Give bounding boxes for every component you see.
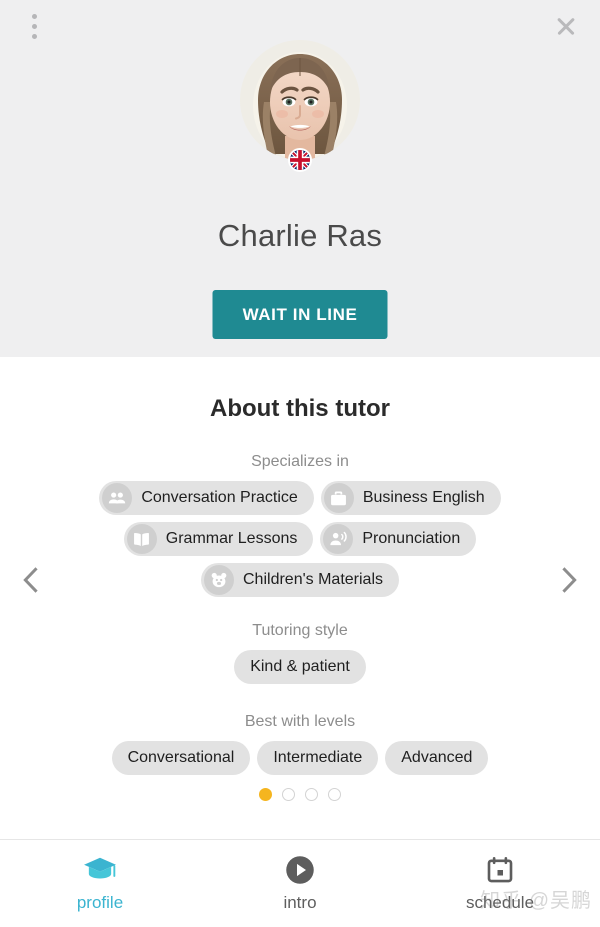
best-with-levels-label: Best with levels: [244, 713, 356, 730]
chip-label: Children's Materials: [243, 571, 383, 588]
tutor-profile-screen: Charlie Ras WAIT IN LINE About this tuto…: [0, 0, 600, 927]
profile-header: Charlie Ras WAIT IN LINE: [0, 0, 600, 357]
group-people-icon: [102, 483, 133, 513]
tutoring-style-label: Tutoring style: [252, 622, 348, 639]
chip-label: Grammar Lessons: [165, 530, 298, 547]
page-title: Charlie Ras: [217, 218, 383, 253]
specializes-label: Specializes in: [251, 453, 349, 470]
chevron-right-icon[interactable]: [552, 563, 586, 597]
open-book-icon: [126, 524, 157, 554]
about-section: About this tutor Specializes in Conversa…: [0, 357, 600, 927]
levels-row: Conversational Intermediate Advanced: [0, 741, 600, 775]
speaking-person-icon: [323, 524, 354, 554]
about-title: About this tutor: [210, 395, 390, 422]
play-circle-icon: [285, 854, 315, 886]
chip-business-english[interactable]: Business English: [320, 481, 501, 515]
briefcase-icon: [323, 483, 354, 513]
avatar[interactable]: [240, 40, 360, 172]
tutoring-style-row: Kind & patient: [0, 650, 600, 684]
pagination-dot[interactable]: [305, 788, 318, 801]
chip-label: Intermediate: [273, 749, 363, 766]
kebab-dot: [31, 24, 37, 29]
tab-label: intro: [283, 893, 317, 912]
graduation-cap-icon: [83, 854, 117, 886]
pagination-dot[interactable]: [328, 788, 341, 801]
chip-childrens-materials[interactable]: Children's Materials: [201, 563, 399, 597]
tab-intro[interactable]: intro: [200, 840, 400, 927]
bottom-navigation: profile intro schedule 知乎 @吴鹏: [0, 839, 600, 927]
chip-conversation-practice[interactable]: Conversation Practice: [99, 481, 314, 515]
teddy-bear-icon: [204, 565, 234, 595]
carousel-pagination: [0, 788, 600, 801]
tab-schedule[interactable]: schedule: [400, 840, 600, 927]
pagination-dot[interactable]: [259, 788, 272, 801]
uk-flag-badge: [288, 148, 312, 172]
specializes-row-1: Conversation Practice Business English: [0, 481, 600, 515]
kebab-menu-icon[interactable]: [28, 14, 40, 39]
chip-pronunciation[interactable]: Pronunciation: [320, 522, 477, 556]
tab-profile[interactable]: profile: [0, 840, 200, 927]
chip-label: Advanced: [401, 749, 473, 766]
chip-kind-and-patient[interactable]: Kind & patient: [234, 650, 366, 684]
chevron-left-icon[interactable]: [14, 563, 48, 597]
specializes-row-3: Children's Materials: [0, 563, 600, 597]
chip-label: Conversation Practice: [141, 489, 298, 506]
chip-label: Business English: [362, 489, 485, 506]
kebab-dot: [31, 34, 37, 39]
specializes-row-2: Grammar Lessons Pronunciation: [0, 522, 600, 556]
avatar-image: [240, 40, 360, 160]
chip-label: Conversational: [127, 749, 235, 766]
calendar-icon: [485, 854, 515, 886]
chip-intermediate[interactable]: Intermediate: [257, 741, 379, 775]
pagination-dot[interactable]: [282, 788, 295, 801]
kebab-dot: [31, 14, 37, 19]
tab-label: profile: [76, 893, 124, 912]
chip-conversational[interactable]: Conversational: [111, 741, 251, 775]
chip-grammar-lessons[interactable]: Grammar Lessons: [123, 522, 314, 556]
wait-in-line-button[interactable]: WAIT IN LINE: [212, 290, 388, 339]
chip-label: Kind & patient: [250, 658, 350, 675]
tab-label: schedule: [465, 893, 535, 912]
chip-label: Pronunciation: [362, 530, 461, 547]
close-icon[interactable]: [552, 12, 580, 40]
chip-advanced[interactable]: Advanced: [385, 741, 489, 775]
